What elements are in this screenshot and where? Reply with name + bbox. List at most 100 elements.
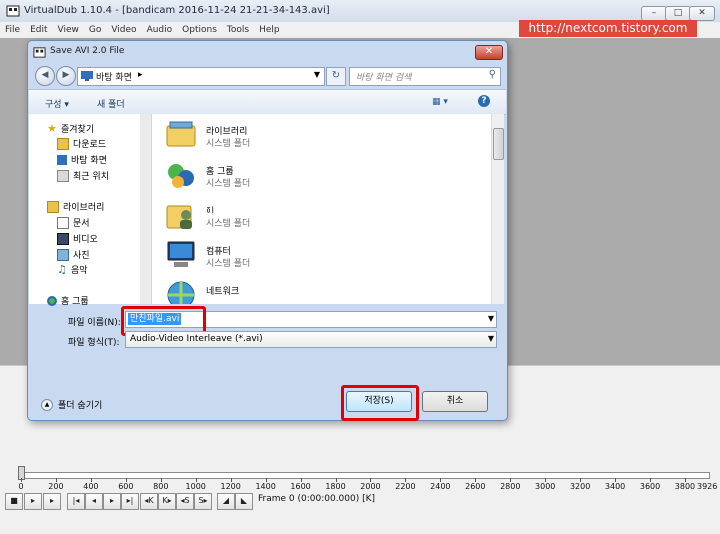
nav-videos[interactable]: 비디오 <box>57 232 98 245</box>
nav-recent-places[interactable]: 최근 위치 <box>57 169 109 182</box>
nav-item-label: 사진 <box>73 251 90 261</box>
cancel-button[interactable]: 취소 <box>422 391 488 412</box>
search-placeholder: 바탕 화면 검색 <box>356 73 412 83</box>
file-list: 라이브러리 시스템 폴더 홈 그룹 시스템 폴더 ᅙᆝ 시스템 폴더 컴퓨터 시… <box>152 114 491 304</box>
network-icon <box>167 281 195 304</box>
videos-icon <box>57 232 69 245</box>
menu-view[interactable]: View <box>53 22 84 38</box>
list-item[interactable]: 컴퓨터 시스템 폴더 <box>164 236 464 276</box>
timeline-tick-label: 2200 <box>395 482 416 491</box>
mark-out-button[interactable]: ◣ <box>235 493 253 510</box>
chevron-down-icon[interactable]: ▼ <box>488 334 494 343</box>
nav-libraries[interactable]: 라이브러리 <box>47 200 104 213</box>
menu-go[interactable]: Go <box>84 22 106 38</box>
mark-in-button[interactable]: ◢ <box>217 493 235 510</box>
maximize-button[interactable]: □ <box>665 6 691 21</box>
view-options-icon[interactable]: ▦ ▾ <box>432 97 448 107</box>
nav-homegroup[interactable]: 홈 그룹 <box>47 294 89 307</box>
file-name: 네트워크 <box>206 287 240 297</box>
file-type: 시스템 폴더 <box>206 219 251 229</box>
timeline-tick-label: 1000 <box>185 482 206 491</box>
app-icon <box>6 5 20 17</box>
menu-options[interactable]: Options <box>177 22 222 38</box>
chevron-down-icon[interactable]: ▼ <box>314 70 320 79</box>
user-folder-icon <box>166 205 192 229</box>
next-frame-button[interactable]: ▸ <box>103 493 121 510</box>
nav-item-label: 최근 위치 <box>73 172 109 182</box>
start-button[interactable]: |◂ <box>67 493 85 510</box>
timeline-tick-label: 3200 <box>569 482 591 491</box>
menu-edit[interactable]: Edit <box>25 22 52 38</box>
timeline-tick-label: 2000 <box>360 482 381 491</box>
timeline-tick-label: 2400 <box>430 482 451 491</box>
homegroup-icon <box>47 295 57 306</box>
nav-pictures[interactable]: 사진 <box>57 248 90 261</box>
menu-tools[interactable]: Tools <box>222 22 254 38</box>
refresh-button[interactable]: ↻ <box>326 67 346 86</box>
menu-video[interactable]: Video <box>106 22 141 38</box>
address-bar[interactable]: 바탕 화면 ▸ ▼ <box>77 67 325 86</box>
close-button[interactable]: ✕ <box>689 6 715 21</box>
scene-back-button[interactable]: ◂S <box>176 493 194 510</box>
search-icon[interactable]: ⚲ <box>489 69 496 80</box>
save-highlight-box <box>341 385 419 421</box>
desktop-icon <box>57 154 67 165</box>
hide-folders-label: 폴더 숨기기 <box>58 401 103 411</box>
new-folder-button[interactable]: 새 폴더 <box>97 97 125 110</box>
timeline-tick-label: 1600 <box>290 482 311 491</box>
organize-button[interactable]: 구성 ▾ <box>45 97 69 110</box>
desktop-icon <box>81 71 93 81</box>
end-button[interactable]: ▸| <box>121 493 139 510</box>
menu-help[interactable]: Help <box>254 22 285 38</box>
nav-item-label: 문서 <box>73 219 90 229</box>
play-input-button[interactable]: ▸ <box>24 493 42 510</box>
nav-item-label: 라이브러리 <box>63 203 105 213</box>
timeline-tick-label: 1400 <box>255 482 276 491</box>
play-output-button[interactable]: ▸ <box>43 493 61 510</box>
filename-label: 파일 이름(N): <box>68 318 121 328</box>
timeline-tick-label: 200 <box>48 482 64 491</box>
prev-key-button[interactable]: ◂K <box>140 493 158 510</box>
help-icon[interactable]: ? <box>478 95 490 107</box>
filetype-select[interactable]: Audio-Video Interleave (*.avi) ▼ <box>125 331 497 348</box>
nav-music[interactable]: ♫ 음악 <box>57 263 88 277</box>
file-list-scrollbar[interactable] <box>491 114 504 304</box>
navigation-pane: ★ 즐겨찾기 다운로드 바탕 화면 최근 위치 라이브러리 문서 비디오 사진 … <box>29 114 152 307</box>
scrollbar-thumb[interactable] <box>493 128 504 160</box>
hide-folders-toggle[interactable]: ▲ 폴더 숨기기 <box>41 398 102 411</box>
menu-file[interactable]: File <box>0 22 25 38</box>
dialog-title: Save AVI 2.0 File <box>50 46 125 56</box>
library-icon <box>47 200 59 213</box>
nav-item-label: 즐겨찾기 <box>61 125 95 135</box>
documents-icon <box>57 216 69 229</box>
timeline-tick-label: 3400 <box>604 482 626 491</box>
breadcrumb-chevron-icon[interactable]: ▸ <box>138 70 143 80</box>
list-item[interactable]: 라이브러리 시스템 폴더 <box>164 116 464 156</box>
timeline-tick-label: 1200 <box>220 482 241 491</box>
minimize-button[interactable]: – <box>641 6 667 21</box>
file-type: 시스템 폴더 <box>206 259 251 269</box>
nav-documents[interactable]: 문서 <box>57 216 90 229</box>
command-bar: 구성 ▾ 새 폴더 ▦ ▾ ? <box>29 89 506 115</box>
frame-readout: Frame 0 (0:00:00.000) [K] <box>258 494 376 504</box>
menu-audio[interactable]: Audio <box>142 22 178 38</box>
search-input[interactable]: 바탕 화면 검색 ⚲ <box>349 67 501 86</box>
stop-button[interactable]: ■ <box>5 493 23 510</box>
chevron-down-icon[interactable]: ▼ <box>488 314 494 323</box>
chevron-up-icon: ▲ <box>41 398 53 411</box>
forward-button[interactable]: ▶ <box>56 66 76 86</box>
list-item[interactable]: 네트워크 <box>164 276 464 304</box>
nav-favorites[interactable]: ★ 즐겨찾기 <box>47 122 95 136</box>
back-button[interactable]: ◀ <box>35 66 55 86</box>
timeline-end-label: 3926 <box>697 482 718 491</box>
nav-scrollbar[interactable] <box>140 114 151 304</box>
list-item[interactable]: ᅙᆝ 시스템 폴더 <box>164 196 464 236</box>
dialog-close-button[interactable]: ✕ <box>475 45 503 60</box>
nav-desktop[interactable]: 바탕 화면 <box>57 153 107 166</box>
list-item[interactable]: 홈 그룹 시스템 폴더 <box>164 156 464 196</box>
scene-forward-button[interactable]: S▸ <box>194 493 212 510</box>
nav-downloads[interactable]: 다운로드 <box>57 137 106 150</box>
prev-frame-button[interactable]: ◂ <box>85 493 103 510</box>
next-key-button[interactable]: K▸ <box>158 493 176 510</box>
computer-icon <box>167 241 195 267</box>
